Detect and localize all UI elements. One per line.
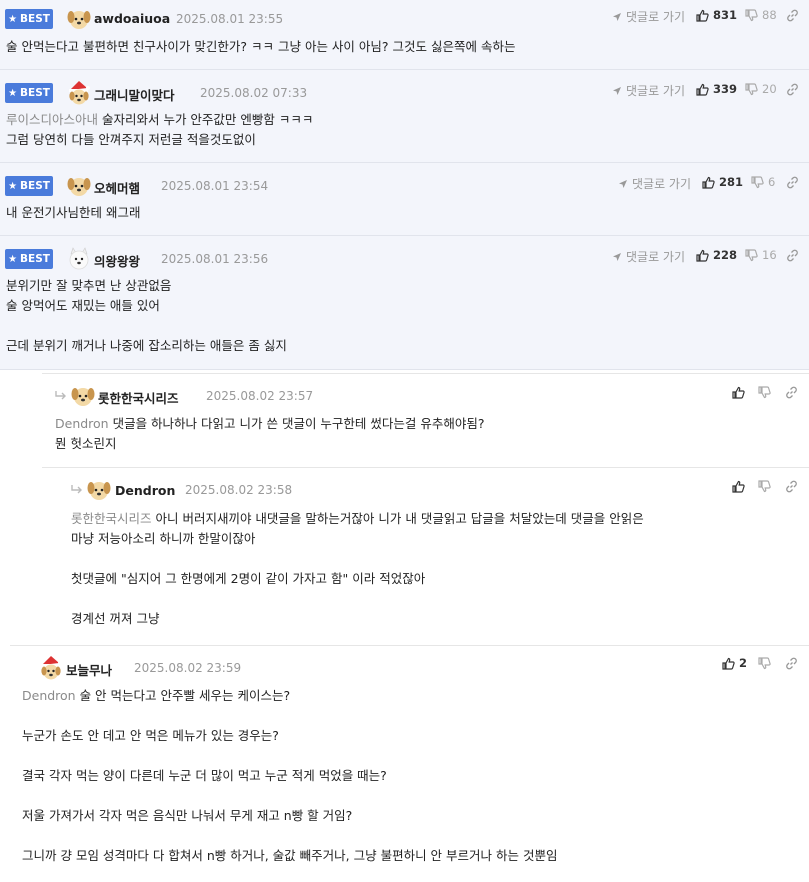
reply-arrow-icon xyxy=(55,391,66,400)
dislike-button[interactable]: 16 xyxy=(745,248,777,262)
like-button[interactable]: 2 xyxy=(722,656,747,670)
best-badge: ★ BEST xyxy=(5,249,53,269)
dislike-button[interactable]: 6 xyxy=(751,175,775,189)
thumbs-up-icon xyxy=(696,249,709,262)
mention-link[interactable]: 롯한한국시리즈 xyxy=(71,511,152,526)
link-icon[interactable] xyxy=(785,657,798,670)
santa-dog-avatar-icon xyxy=(41,656,62,680)
thumbs-up-icon xyxy=(696,83,709,96)
like-button[interactable]: 228 xyxy=(696,248,737,262)
thumbs-down-icon xyxy=(745,248,758,261)
best-badge: ★ BEST xyxy=(5,176,53,196)
comment-date: 2025.08.01 23:56 xyxy=(161,252,269,266)
dislike-button[interactable]: 20 xyxy=(745,82,777,96)
goto-comment-link[interactable]: 댓글로 가기 xyxy=(612,248,685,265)
mention-link[interactable]: Dendron xyxy=(22,688,76,703)
white-dog-avatar-icon xyxy=(69,247,89,270)
best-badge: ★ BEST xyxy=(5,9,53,29)
link-icon[interactable] xyxy=(786,83,799,96)
comment-date: 2025.08.01 23:54 xyxy=(161,179,269,193)
mention-link[interactable]: Dendron xyxy=(55,416,109,431)
comment-date: 2025.08.02 23:59 xyxy=(134,661,242,675)
dog-avatar-icon xyxy=(71,388,95,406)
reply-comment: 보늘무나 2025.08.02 23:59 2 Dendron 술 안 먹는다고… xyxy=(10,646,809,882)
thumbs-up-icon xyxy=(702,176,715,189)
send-arrow-icon xyxy=(619,179,627,188)
comment-date: 2025.08.01 23:55 xyxy=(176,12,284,26)
best-comment: ★ BEST awdoaiuoa 2025.08.01 23:55 댓글로 가기 … xyxy=(0,0,809,70)
link-icon[interactable] xyxy=(785,480,798,493)
comment-author[interactable]: 오헤머햄 xyxy=(94,178,140,197)
thumbs-up-icon[interactable] xyxy=(732,386,745,399)
comment-author[interactable]: 그래니말이맞다 xyxy=(94,85,175,104)
comment-body: 롯한한국시리즈 아니 버러지새끼야 내댓글을 말하는거잖아 니가 내 댓글읽고 … xyxy=(71,511,644,626)
thumbs-down-icon xyxy=(745,8,758,21)
best-comment: ★ BEST 그래니말이맞다 2025.08.02 07:33 댓글로 가기 33… xyxy=(0,70,809,163)
best-badge: ★ BEST xyxy=(5,83,53,103)
dog-avatar-icon xyxy=(67,178,91,196)
best-comment: ★ BEST 의왕왕왕 2025.08.01 23:56 댓글로 가기 228 1… xyxy=(0,236,809,370)
send-arrow-icon xyxy=(613,252,621,261)
thumbs-down-icon xyxy=(745,82,758,95)
thumbs-up-icon xyxy=(722,657,735,670)
link-icon[interactable] xyxy=(785,386,798,399)
thumbs-up-icon[interactable] xyxy=(732,480,745,493)
goto-comment-link[interactable]: 댓글로 가기 xyxy=(612,82,685,99)
santa-dog-avatar-icon xyxy=(69,81,90,105)
mention-link[interactable]: 루이스디아스아내 xyxy=(6,112,98,127)
dog-avatar-icon xyxy=(87,482,111,500)
thumbs-down-icon[interactable] xyxy=(758,480,771,493)
send-arrow-icon xyxy=(613,12,621,21)
comment-body: 내 운전기사님한테 왜그래 xyxy=(6,205,141,220)
comment-body: Dendron 술 안 먹는다고 안주빨 세우는 케이스는? 누군가 손도 안 … xyxy=(22,688,558,863)
link-icon[interactable] xyxy=(786,9,799,22)
thumbs-down-icon[interactable] xyxy=(758,386,771,399)
comment-body: 루이스디아스아내 술자리와서 누가 안주값만 엔빵함 ㅋㅋㅋ 그럼 당연히 다들… xyxy=(6,112,314,147)
reply-comment: 롯한한국시리즈 2025.08.02 23:57 Dendron 댓글을 하나하… xyxy=(42,374,809,468)
send-arrow-icon xyxy=(613,86,621,95)
comment-body: 분위기만 잘 맞추면 난 상관없음 술 앙먹어도 재밌는 애들 있어 근데 분위… xyxy=(6,278,287,353)
like-button[interactable]: 339 xyxy=(696,82,737,96)
dog-avatar-icon xyxy=(67,11,91,29)
comment-body: 술 안먹는다고 불편하면 친구사이가 맞긴한가? ㅋㅋ 그냥 아는 사이 아님?… xyxy=(6,39,516,54)
reply-comment: Dendron 2025.08.02 23:58 롯한한국시리즈 아니 버러지새… xyxy=(58,468,809,644)
comment-author[interactable]: 의왕왕왕 xyxy=(94,251,140,270)
goto-comment-link[interactable]: 댓글로 가기 xyxy=(612,8,685,25)
thumbs-down-icon[interactable] xyxy=(758,657,771,670)
link-icon[interactable] xyxy=(786,176,799,189)
comment-body: Dendron 댓글을 하나하나 다읽고 니가 쓴 댓글이 누구한테 썼다는걸 … xyxy=(55,416,485,451)
best-comment: ★ BEST 오헤머햄 2025.08.01 23:54 댓글로 가기 281 6… xyxy=(0,163,809,236)
like-button[interactable]: 831 xyxy=(696,8,737,22)
reply-arrow-icon xyxy=(71,485,82,494)
like-button[interactable]: 281 xyxy=(702,175,743,189)
comment-date: 2025.08.02 07:33 xyxy=(200,86,308,100)
comment-author[interactable]: awdoaiuoa xyxy=(94,11,170,26)
comment-date: 2025.08.02 23:57 xyxy=(206,389,314,403)
comment-author[interactable]: 롯한한국시리즈 xyxy=(98,388,179,407)
link-icon[interactable] xyxy=(786,249,799,262)
dislike-button[interactable]: 88 xyxy=(745,8,777,22)
comment-author[interactable]: Dendron xyxy=(115,483,175,498)
goto-comment-link[interactable]: 댓글로 가기 xyxy=(618,175,691,192)
thumbs-up-icon xyxy=(696,9,709,22)
comment-date: 2025.08.02 23:58 xyxy=(185,483,293,497)
thumbs-down-icon xyxy=(751,175,764,188)
comment-author[interactable]: 보늘무나 xyxy=(66,660,112,679)
